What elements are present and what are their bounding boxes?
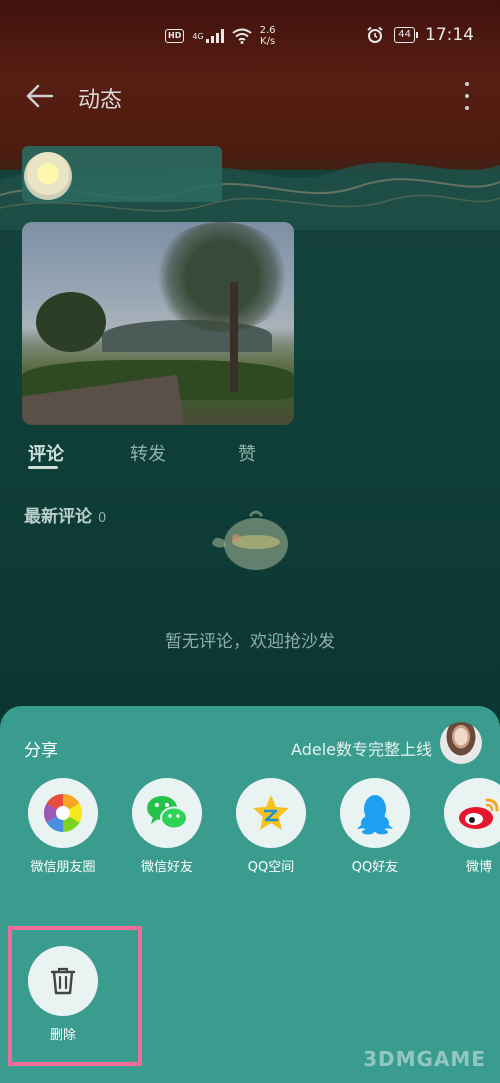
status-bar: HD 4G 2.6 K/s 44 17:14 — [0, 0, 500, 72]
app-header: 动态 — [0, 72, 500, 122]
delete-button[interactable]: 删除 — [14, 946, 112, 1043]
poster-avatar[interactable] — [24, 152, 72, 200]
share-wechat-friend-label: 微信好友 — [140, 860, 193, 875]
page-title: 动态 — [78, 88, 123, 113]
tab-likes[interactable]: 赞 — [238, 440, 256, 466]
latest-comments-count: 0 — [98, 511, 107, 526]
share-qzone-label: QQ空间 — [247, 860, 295, 875]
weibo-icon — [459, 798, 499, 829]
hd-badge: HD — [165, 29, 185, 43]
post-photo[interactable] — [22, 222, 294, 425]
share-sheet: 分享 Adele数专完整上线 微信朋友圈 微信好友 QQ空间 QQ好友 微博 删… — [0, 706, 500, 1083]
wechat-icon — [147, 796, 188, 830]
network-speed: 2.6 K/s — [260, 25, 276, 47]
active-tab-indicator — [28, 466, 58, 469]
share-sheet-title: 分享 — [24, 741, 58, 761]
watermark: 3DMGAME — [363, 1047, 486, 1071]
battery-icon: 44 — [394, 27, 418, 43]
clock: 17:14 — [425, 25, 474, 45]
share-qzone[interactable]: QQ空间 — [221, 778, 321, 875]
share-weibo-label: 微博 — [465, 860, 492, 875]
latest-comments-heading: 最新评论 0 — [24, 502, 106, 527]
trash-icon — [50, 967, 76, 995]
share-user-label: Adele数专完整上线 — [291, 740, 432, 759]
back-arrow-icon[interactable] — [24, 80, 56, 112]
qq-icon — [357, 795, 393, 835]
share-wechat-moments[interactable]: 微信朋友圈 — [13, 778, 113, 875]
share-wechat-moments-label: 微信朋友圈 — [30, 860, 96, 875]
share-options-row: 微信朋友圈 微信好友 QQ空间 QQ好友 微博 — [0, 778, 500, 888]
tab-reposts[interactable]: 转发 — [130, 440, 166, 466]
wechat-moments-icon — [43, 793, 83, 833]
share-wechat-friend[interactable]: 微信好友 — [117, 778, 217, 875]
share-qq-friend[interactable]: QQ好友 — [325, 778, 425, 875]
wifi-icon — [232, 28, 252, 44]
alarm-icon — [367, 26, 383, 43]
network-type: 4G — [192, 31, 204, 41]
latest-comments-label: 最新评论 — [24, 507, 92, 527]
qzone-icon — [253, 795, 289, 830]
tab-comments[interactable]: 评论 — [28, 440, 64, 466]
share-user-avatar — [440, 722, 482, 764]
speed-unit: K/s — [260, 36, 276, 47]
share-weibo[interactable]: 微博 — [429, 778, 500, 875]
signal-icon — [205, 29, 224, 43]
speed-value: 2.6 — [259, 25, 276, 36]
delete-label: 删除 — [49, 1028, 76, 1043]
empty-state-mascot-icon — [212, 510, 288, 570]
share-qq-friend-label: QQ好友 — [351, 860, 399, 875]
more-vertical-icon[interactable] — [464, 82, 470, 110]
empty-comments-text: 暂无评论，欢迎抢沙发 — [165, 632, 335, 652]
